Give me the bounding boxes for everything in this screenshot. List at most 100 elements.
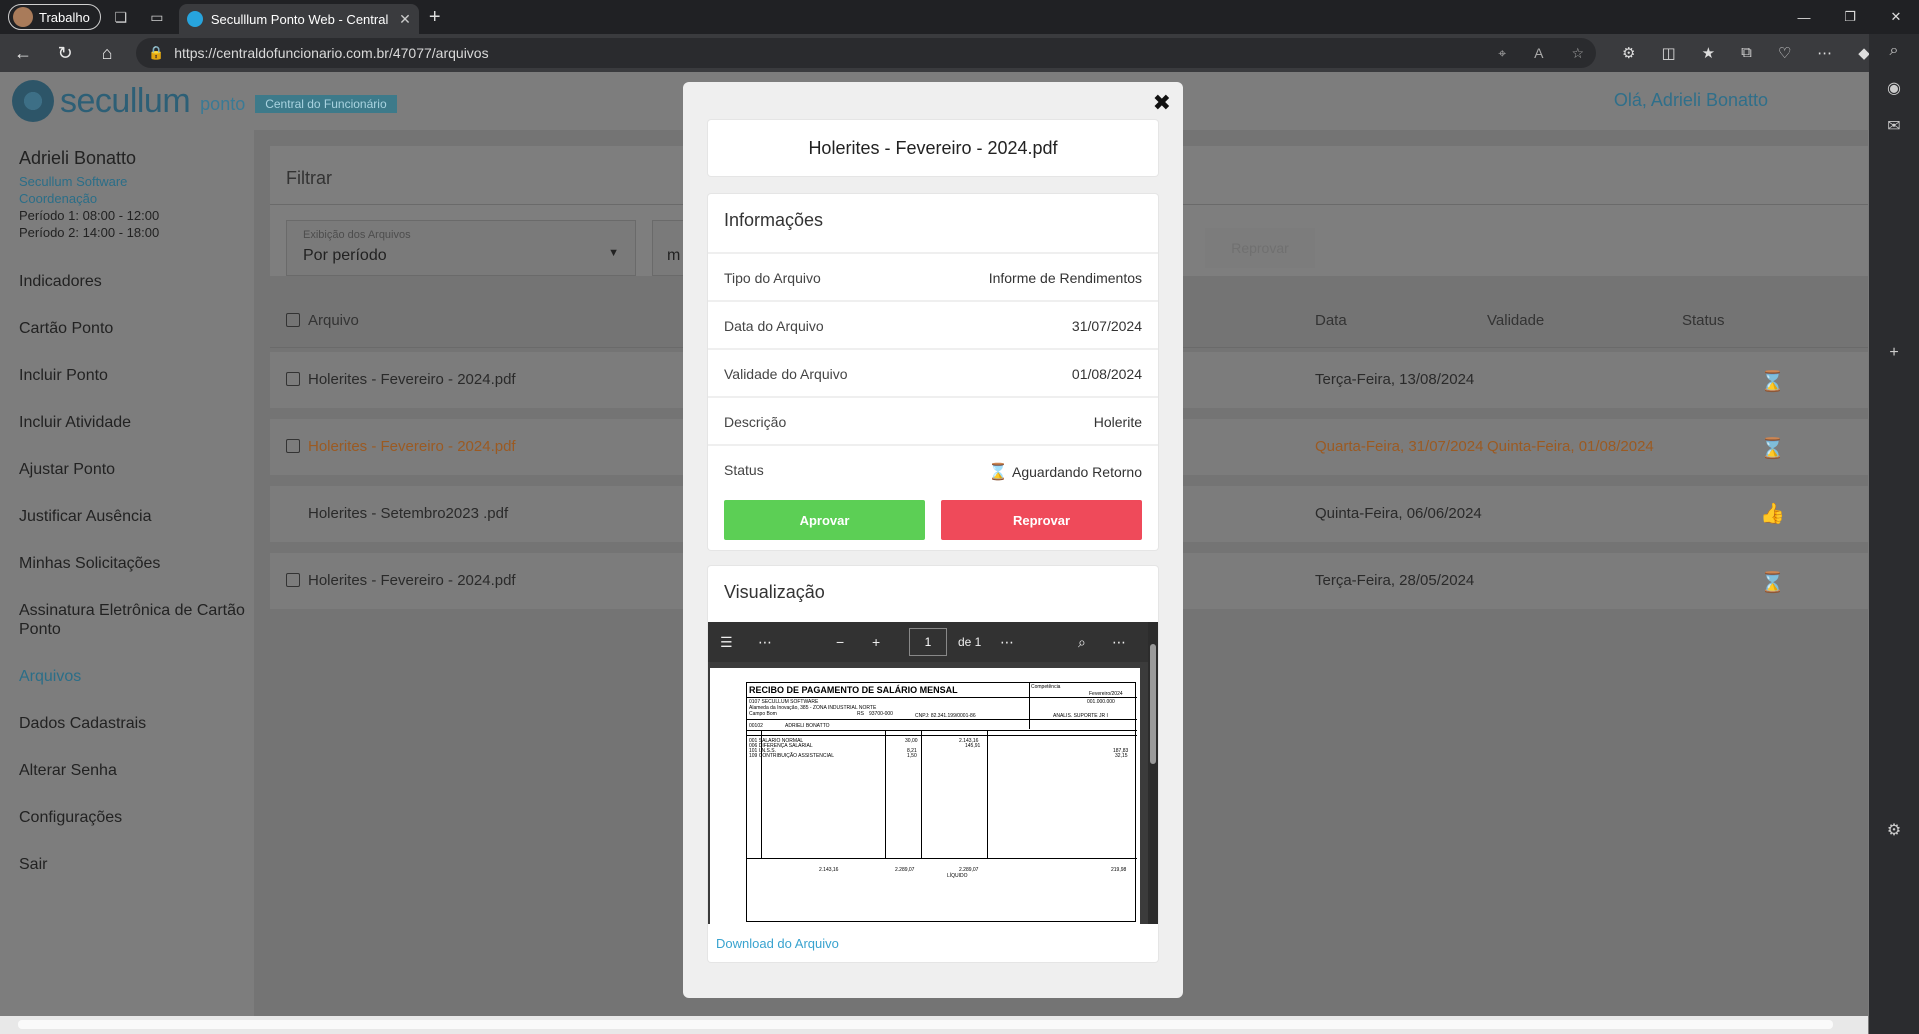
filter-title: Filtrar [286,168,332,188]
row-checkbox[interactable] [286,439,300,453]
overflow-icon[interactable]: ⋯ [1112,634,1126,651]
more-menu-icon[interactable]: ⋯ [1817,44,1832,62]
sidebar-item-alterar-senha[interactable]: Alterar Senha [19,747,249,794]
close-window-icon[interactable]: ✕ [1873,0,1919,34]
info-key: Status [724,462,764,478]
tab-title: Seculllum Ponto Web - Central do [210,11,392,27]
page-number-input[interactable]: 1 [909,628,947,656]
row-checkbox[interactable] [286,372,300,386]
sidebar-item-justificar-ausencia[interactable]: Justificar Ausência [19,493,249,540]
search-pdf-icon[interactable]: ⌕ [1078,634,1086,651]
workspaces-icon[interactable]: ❏ [105,1,137,33]
url-text[interactable]: https://centraldofuncionario.com.br/4707… [174,45,1488,61]
close-icon[interactable]: ✖ [1153,90,1171,116]
hourglass-icon: ⌛ [988,464,1008,481]
pdf-scrollbar-thumb[interactable] [1150,644,1156,764]
sidebar-item-arquivos[interactable]: Arquivos [19,653,249,700]
footer-base: 2.143,16 [819,867,839,873]
address-bar[interactable]: 🔒 https://centraldofuncionario.com.br/47… [136,38,1596,68]
favorite-star-icon[interactable]: ☆ [1571,45,1584,62]
user-greeting[interactable]: Olá, Adrieli Bonatto [1614,90,1768,111]
tab-actions-icon[interactable]: ▭ [141,1,173,33]
zoom-in-icon[interactable]: + [872,634,880,650]
reload-icon[interactable]: ↻ [46,36,84,70]
employee-code: 00102 [749,723,763,729]
lock-icon[interactable]: 🔒 [148,45,164,61]
more-options-icon[interactable]: ⋯ [1000,634,1014,651]
download-link[interactable]: Download do Arquivo [716,936,839,951]
new-tab-icon[interactable]: + [429,6,441,29]
outline-icon[interactable]: ☰ [720,634,733,651]
sidebar-item-minhas-solicitacoes[interactable]: Minhas Solicitações [19,540,249,587]
home-icon[interactable]: ⌂ [88,36,126,70]
sidebar-item-configuracoes[interactable]: Configurações [19,794,249,841]
display-select-label: Exibição dos Arquivos [303,229,411,241]
hourglass-icon: ⌛ [1760,438,1785,460]
pdf-viewer[interactable]: ☰ ⋯ − + 1 de 1 ⋯ ⌕ ⋯ RECIBO DE PAGAMENTO… [708,622,1158,924]
info-row-validity: Validade do Arquivo 01/08/2024 [708,348,1158,395]
copilot-side-icon[interactable]: ◉ [1887,78,1901,98]
read-aloud-icon[interactable]: A [1534,45,1543,62]
favorites-icon[interactable]: ★ [1702,44,1715,62]
competence-label: Competência [1031,684,1061,690]
sidebar-item-ajustar-ponto[interactable]: Ajustar Ponto [19,446,249,493]
horizontal-scrollbar[interactable] [0,1016,1868,1034]
outlook-icon[interactable]: ✉ [1887,116,1900,136]
close-tab-icon[interactable]: ✕ [399,11,411,28]
site-favicon-icon [186,11,203,27]
scrollbar-thumb[interactable] [18,1020,1833,1029]
reject-button[interactable]: Reprovar [941,500,1142,540]
payslip-title: RECIBO DE PAGAMENTO DE SALÁRIO MENSAL [749,685,958,695]
more-icon[interactable]: ⋯ [758,634,772,651]
browser-essentials-icon[interactable]: ♡ [1778,44,1791,62]
browser-tab[interactable]: Seculllum Ponto Web - Central do ✕ [178,4,419,34]
header-validity[interactable]: Validade [1487,312,1544,329]
sidebar-item-dados-cadastrais[interactable]: Dados Cadastrais [19,700,249,747]
chevron-down-icon: ▼ [608,247,619,259]
info-value: 31/07/2024 [1071,318,1142,334]
user-role: Coordenação [19,191,98,206]
sidebar-item-incluir-atividade[interactable]: Incluir Atividade [19,399,249,446]
modal-title: Holerites - Fevereiro - 2024.pdf [708,120,1158,176]
settings-icon[interactable]: ⚙ [1887,820,1901,840]
header-date[interactable]: Data [1315,312,1347,329]
company-city: Campo Bom [749,711,777,717]
salary-header: 001.000.000 [1087,699,1115,705]
approve-button[interactable]: Aprovar [724,500,925,540]
pdf-scrollbar[interactable] [1148,622,1158,924]
search-icon[interactable]: ⌕ [1890,42,1899,60]
sidebar-item-incluir-ponto[interactable]: Incluir Ponto [19,352,249,399]
select-all-checkbox[interactable] [286,313,300,327]
bulk-reject-button[interactable]: Reprovar [1205,228,1315,268]
location-icon[interactable]: ⌖ [1498,45,1506,62]
info-value: Informe de Rendimentos [988,270,1142,286]
payslip-ref: 30,00 [905,738,918,744]
add-icon[interactable]: + [1889,344,1898,362]
header-status[interactable]: Status [1682,312,1725,329]
user-period-2: Período 2: 14:00 - 18:00 [19,225,160,240]
restore-icon[interactable]: ❐ [1827,0,1873,34]
edge-sidebar: ⌕ ◉ ✉ + ⚙ [1869,34,1919,1034]
header-file-label: Arquivo [308,312,359,329]
zoom-out-icon[interactable]: − [836,634,844,650]
sidebar-item-indicadores[interactable]: Indicadores [19,258,249,305]
sidebar-item-assinatura[interactable]: Assinatura Eletrônica de Cartão Ponto [19,587,249,653]
footer-contrib: 2.289,07 [895,867,915,873]
back-icon[interactable]: ← [4,36,42,70]
minimize-icon[interactable]: — [1781,0,1827,34]
payslip-document: RECIBO DE PAGAMENTO DE SALÁRIO MENSAL Co… [746,682,1137,922]
avatar [13,7,33,27]
footer-total-deductions: 219,98 [1111,867,1127,873]
sidebar-item-sair[interactable]: Sair [19,841,249,888]
row-date: Quinta-Feira, 06/06/2024 [1315,505,1482,522]
sidebar-item-cartao-ponto[interactable]: Cartão Ponto [19,305,249,352]
display-select[interactable]: Exibição dos Arquivos Por período ▼ [286,220,636,276]
split-screen-icon[interactable]: ◫ [1661,44,1675,62]
row-file-label: Holerites - Fevereiro - 2024.pdf [308,371,516,388]
url-path: /47077/arquivos [388,45,489,61]
payslip-ref: 1,50 [907,753,917,759]
collections-icon[interactable]: ⧉ [1741,44,1752,62]
profile-button[interactable]: Trabalho [8,4,101,30]
extensions-icon[interactable]: ⚙ [1622,44,1635,62]
row-checkbox[interactable] [286,573,300,587]
